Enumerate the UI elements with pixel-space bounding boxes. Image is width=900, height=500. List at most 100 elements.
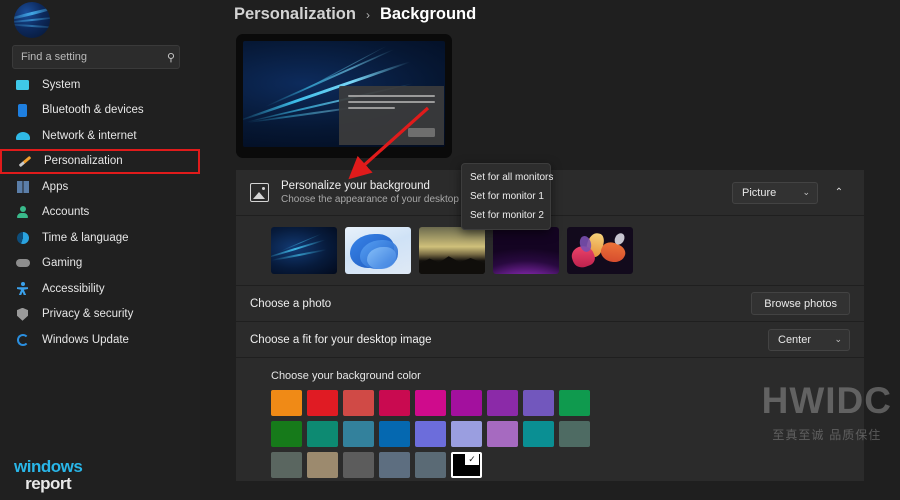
choose-fit-label-group: Choose a fit for your desktop image [250,334,768,346]
color-swatch[interactable] [451,390,482,416]
sidebar-item-label: Accessibility [42,283,105,295]
settings-sidebar: ⚲ System Bluetooth & devices Network & i… [0,0,200,500]
mockup-line [348,107,395,109]
sidebar-item-time-language[interactable]: Time & language [0,225,200,251]
color-swatch[interactable] [343,452,374,478]
page-title: Background [380,5,476,24]
sidebar-item-label: Privacy & security [42,308,133,320]
color-swatch[interactable] [523,421,554,447]
wifi-icon [14,128,31,143]
color-swatch[interactable] [271,452,302,478]
chevron-down-icon: ⌄ [802,187,810,198]
accessibility-icon [14,281,31,296]
color-swatch[interactable] [487,421,518,447]
preview-screen [243,41,445,147]
choose-photo-label-group: Choose a photo [250,298,751,310]
mockup-line [348,101,435,103]
choose-fit-title: Choose a fit for your desktop image [250,334,768,346]
color-swatch[interactable] [343,421,374,447]
hwidc-tagline: 至真至诚 品质保住 [762,426,892,443]
fit-dropdown-value: Center [778,334,811,346]
chevron-up-icon: ⌃ [835,187,843,198]
sidebar-item-label: Network & internet [42,130,137,142]
search-icon: ⚲ [163,51,179,64]
apps-icon [14,179,31,194]
background-type-dropdown[interactable]: Picture ⌄ [732,182,818,204]
sidebar-item-label: Bluetooth & devices [42,104,144,116]
sidebar-item-label: Time & language [42,232,129,244]
sidebar-nav: System Bluetooth & devices Network & int… [0,72,200,353]
sidebar-item-label: Windows Update [42,334,129,346]
breadcrumb-parent-link[interactable]: Personalization [234,5,356,24]
wallpaper-thumb-purple-glow[interactable] [493,227,559,274]
breadcrumb: Personalization › Background [234,5,476,24]
sidebar-item-gaming[interactable]: Gaming [0,251,200,277]
context-menu-item-monitor-2[interactable]: Set for monitor 2 [462,206,550,225]
context-menu-item-all-monitors[interactable]: Set for all monitors [462,168,550,187]
monitor-icon [14,77,31,92]
mockup-button [408,128,435,137]
sidebar-item-windows-update[interactable]: Windows Update [0,327,200,353]
color-swatch[interactable] [271,390,302,416]
sidebar-item-system[interactable]: System [0,72,200,98]
sidebar-item-accounts[interactable]: Accounts [0,200,200,226]
check-icon: ✓ [465,453,479,465]
update-icon [14,332,31,347]
sidebar-item-label: Accounts [42,206,89,218]
sidebar-item-label: Personalization [44,155,123,167]
wallpaper-thumb-colorful-flower[interactable] [567,227,633,274]
color-swatch[interactable] [415,421,446,447]
sidebar-item-personalization[interactable]: Personalization [0,149,200,175]
fit-dropdown[interactable]: Center ⌄ [768,329,850,351]
background-type-value: Picture [742,187,776,199]
color-swatch[interactable] [415,390,446,416]
color-swatch[interactable] [307,390,338,416]
color-swatch[interactable] [379,390,410,416]
mockup-line [348,95,435,97]
wallpaper-thumb-blue-abstract[interactable] [271,227,337,274]
sidebar-item-label: Gaming [42,257,82,269]
browse-photos-button[interactable]: Browse photos [751,292,850,315]
browse-photos-label: Browse photos [764,298,837,310]
color-swatch[interactable] [415,452,446,478]
color-swatch[interactable] [451,421,482,447]
logo-line-2: report [14,475,82,492]
avatar-wisp [14,23,50,29]
user-avatar[interactable] [14,2,50,38]
color-swatch[interactable] [307,421,338,447]
shield-icon [14,307,31,322]
sidebar-item-privacy-security[interactable]: Privacy & security [0,302,200,328]
search-input[interactable] [13,51,163,63]
color-swatch[interactable] [523,390,554,416]
clock-icon [14,230,31,245]
hwidc-wordmark: HWIDC [762,380,892,422]
context-menu-item-monitor-1[interactable]: Set for monitor 1 [462,187,550,206]
color-swatch[interactable] [559,390,590,416]
color-swatch[interactable] [379,421,410,447]
gamepad-icon [14,256,31,271]
context-menu-item-label: Set for monitor 2 [470,210,544,221]
color-swatch[interactable] [343,390,374,416]
set-monitor-context-menu[interactable]: Set for all monitors Set for monitor 1 S… [461,163,551,230]
sidebar-item-apps[interactable]: Apps [0,174,200,200]
color-swatch[interactable] [487,390,518,416]
breadcrumb-separator-icon: › [366,8,370,22]
choose-photo-row: Choose a photo Browse photos [236,286,864,322]
wallpaper-thumb-windows11-bloom[interactable] [345,227,411,274]
sidebar-item-bluetooth-devices[interactable]: Bluetooth & devices [0,98,200,124]
person-icon [14,205,31,220]
choose-fit-row: Choose a fit for your desktop image Cent… [236,322,864,358]
color-swatch[interactable] [379,452,410,478]
color-swatch-row: ✓ [271,452,864,478]
color-swatch-selected[interactable]: ✓ [451,452,482,478]
wallpaper-thumb-mountain-sunset[interactable] [419,227,485,274]
color-swatch[interactable] [307,452,338,478]
color-swatch[interactable] [271,421,302,447]
logo-line-1: windows [14,458,82,475]
hwidc-watermark: HWIDC 至真至诚 品质保住 [762,380,892,443]
sidebar-item-network-internet[interactable]: Network & internet [0,123,200,149]
sidebar-item-accessibility[interactable]: Accessibility [0,276,200,302]
collapse-section-button[interactable]: ⌃ [828,182,850,204]
search-box[interactable]: ⚲ [12,45,180,69]
color-swatch[interactable] [559,421,590,447]
